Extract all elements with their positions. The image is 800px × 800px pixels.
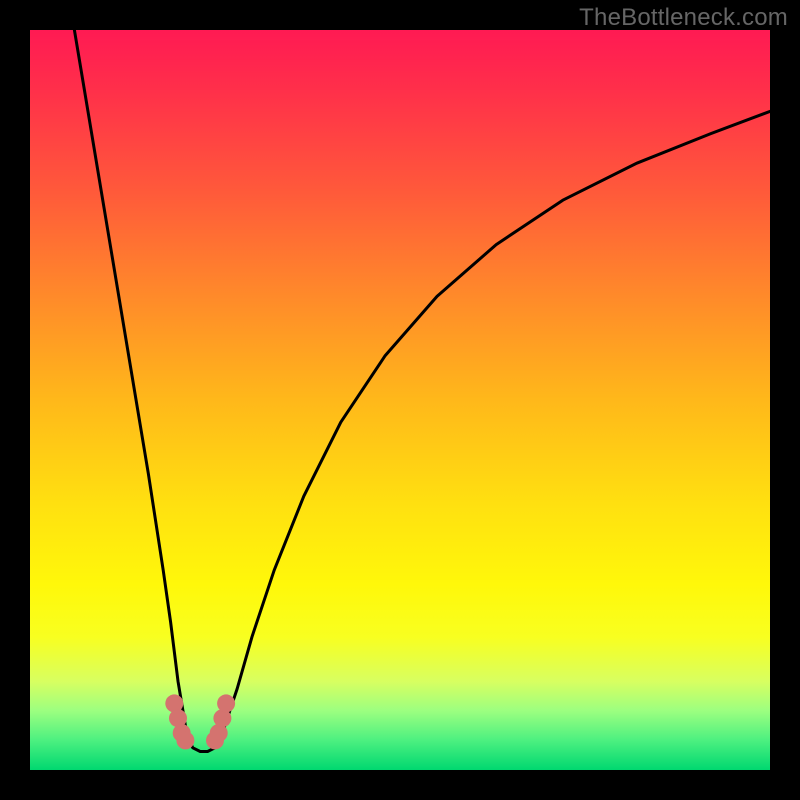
bottleneck-curve <box>30 30 770 770</box>
bottleneck-curve-path <box>74 30 770 752</box>
valley-marker <box>217 694 235 712</box>
chart-plot-area <box>30 30 770 770</box>
valley-marker <box>176 731 194 749</box>
watermark-text: TheBottleneck.com <box>579 4 788 32</box>
